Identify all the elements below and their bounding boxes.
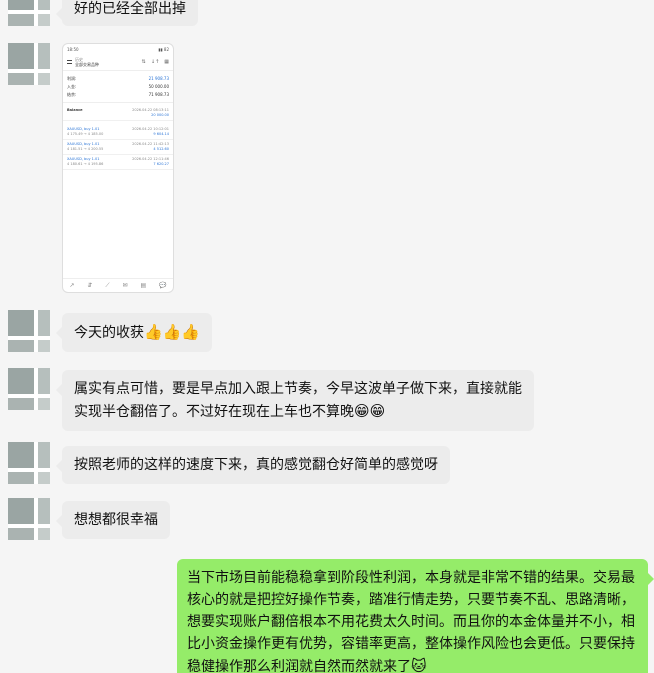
mail-icon: ✉: [122, 281, 128, 289]
grin-emoji: 😁😁: [354, 402, 386, 420]
trade-entry: XAUUSD, buy 1.01 2026.04.22 10:12:01 4 17…: [63, 125, 173, 140]
message-bubble[interactable]: 按照老师的这样的速度下来，真的感觉翻仓好简单的感觉呀: [56, 446, 450, 484]
chat-window: 好的已经全部出掉 18:50 ▮▮ 82 历史 全部交易品种 ⇅ ↓↑ ▦ 利润…: [0, 0, 654, 673]
message-text: 想想都很幸福: [74, 512, 158, 528]
message-text: 好的已经全部出掉: [74, 1, 186, 17]
thumbs-up-emoji: 👍👍👍: [144, 323, 201, 341]
phone-header: 历史 全部交易品种 ⇅ ↓↑ ▦: [63, 54, 173, 71]
message-text: 今天的收获: [74, 325, 144, 341]
history-icon: ▤: [140, 281, 147, 289]
menu-icon: [67, 60, 72, 64]
message-text: 属实有点可惜，要是早点加入跟上节奏，今早这波单子做下来，直接就能实现半仓翻倍了。…: [74, 381, 522, 420]
message-bubble[interactable]: 属实有点可惜，要是早点加入跟上节奏，今早这波单子做下来，直接就能实现半仓翻倍了。…: [56, 370, 534, 431]
message-bubble[interactable]: 今天的收获👍👍👍: [55, 313, 213, 352]
avatar[interactable]: [8, 368, 50, 410]
avatar[interactable]: [8, 498, 50, 540]
message-text: 按照老师的这样的速度下来，真的感觉翻仓好简单的感觉呀: [74, 457, 438, 473]
sort-icon: ⇅: [141, 59, 146, 65]
calendar-icon: ▦: [164, 59, 169, 65]
trade-entry: XAUUSD, buy 1.01 2026.04.22 12:11:46 4 18…: [63, 155, 173, 170]
balance-entry: Balance 2026.04.22 08:13:11 20 000.00: [63, 106, 173, 121]
image-message[interactable]: 18:50 ▮▮ 82 历史 全部交易品种 ⇅ ↓↑ ▦ 利润: 21 908.…: [62, 43, 174, 293]
summary-row: 利润: 21 908.73: [67, 76, 169, 81]
message-bubble-self[interactable]: 当下市场目前能稳稳拿到阶段性利润，本身就是非常不错的结果。交易最核心的就是把控好…: [177, 559, 654, 673]
summary-row: 入金: 50 000.00: [67, 84, 169, 89]
summary-row: 结余: 71 908.73: [67, 92, 169, 97]
avatar[interactable]: [8, 43, 50, 85]
message-bubble[interactable]: 想想都很幸福: [56, 501, 170, 539]
phone-bottom-nav: ↗ ⇵ ⟋ ✉ ▤ 💬: [63, 278, 173, 292]
avatar[interactable]: [8, 442, 50, 484]
swap-icon: ↓↑: [150, 59, 160, 65]
quotes-icon: ⇵: [87, 281, 93, 289]
cat-emoji: 🐱: [411, 657, 427, 673]
trade-icon: ↗: [69, 281, 75, 289]
phone-status-bar: 18:50 ▮▮ 82: [67, 47, 169, 52]
chat-icon: 💬: [159, 281, 167, 289]
chart-icon: ⟋: [105, 281, 110, 289]
trade-entry: XAUUSD, buy 1.01 2026.04.22 11:42:13 4 18…: [63, 140, 173, 155]
avatar[interactable]: [8, 310, 50, 352]
message-bubble[interactable]: 好的已经全部出掉: [56, 0, 198, 26]
avatar[interactable]: [8, 0, 50, 26]
